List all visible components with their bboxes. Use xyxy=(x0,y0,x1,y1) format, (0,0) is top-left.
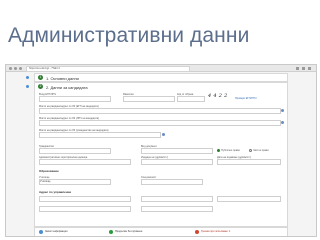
section-title: 1. Основни данни xyxy=(46,75,79,81)
birthplace-input[interactable] xyxy=(39,108,281,114)
bookmark-icon[interactable] xyxy=(296,66,299,70)
school-select[interactable]: Училище xyxy=(39,179,111,185)
address-title: Адрес по управление xyxy=(39,190,72,194)
section-title: 2. Данни за кандидата xyxy=(46,84,88,90)
education-title: Образование xyxy=(39,169,59,173)
citizenship-select[interactable] xyxy=(39,148,111,154)
error-status: Грешка при попълване: 1 xyxy=(201,230,231,233)
info-icon[interactable] xyxy=(162,133,165,136)
address-street-input[interactable] xyxy=(217,196,281,202)
section-basic-data[interactable]: 1 1. Основни данни xyxy=(26,73,288,82)
close-icon[interactable] xyxy=(308,66,311,70)
section-marker-icon xyxy=(26,76,29,79)
browser-screenshot: https://oo.edu.bg/...?Tab=1 1 1. Основни… xyxy=(5,64,317,237)
address-extra2-input[interactable] xyxy=(141,206,213,212)
browser-toolbar: https://oo.edu.bg/...?Tab=1 xyxy=(6,65,316,72)
issued-input[interactable] xyxy=(141,159,213,165)
section-candidate-data: 2 2. Данни за кандидата Вход ЕГН/ЛНЧ Фам… xyxy=(26,82,288,227)
continue-icon xyxy=(109,230,113,234)
address-extra-input[interactable] xyxy=(39,206,131,212)
private-radio-label: Частно право xyxy=(253,149,269,152)
menu-icon[interactable] xyxy=(302,66,305,70)
save-icon xyxy=(39,230,43,234)
slide-title: Административни данни xyxy=(8,24,250,47)
public-radio[interactable] xyxy=(217,149,220,152)
egn-input[interactable] xyxy=(39,96,111,102)
captcha-image: 4 4 2 2 xyxy=(208,93,228,99)
step-badge: 2 xyxy=(38,84,43,89)
continue-button[interactable]: Продължи без промени xyxy=(115,230,142,233)
address-city-input[interactable] xyxy=(141,196,213,202)
error-icon xyxy=(195,230,199,234)
save-button[interactable]: Запис информация xyxy=(45,230,68,233)
private-radio[interactable] xyxy=(249,149,252,152)
admin-unit-input[interactable] xyxy=(39,159,131,165)
forward-icon[interactable] xyxy=(14,66,17,70)
issue-date-input[interactable] xyxy=(217,159,281,165)
specialty-select[interactable] xyxy=(141,179,203,185)
step-badge: 1 xyxy=(38,75,43,80)
action-bar: Запис информация Продължи без промени Гр… xyxy=(34,227,288,236)
back-icon[interactable] xyxy=(9,66,12,70)
doc-type-select[interactable] xyxy=(141,148,213,154)
section-marker-icon xyxy=(26,85,29,88)
info-icon[interactable] xyxy=(281,109,284,112)
address-lnc-input[interactable] xyxy=(39,120,281,126)
check-egn-link[interactable]: Провери ЕГН/ЛНЧ xyxy=(235,97,256,100)
public-radio-label: Публично право xyxy=(221,149,240,152)
refresh-icon[interactable] xyxy=(19,66,22,70)
code-input[interactable] xyxy=(177,96,205,102)
address-citizen-input[interactable] xyxy=(39,132,161,138)
info-icon[interactable] xyxy=(281,121,284,124)
address-bar[interactable]: https://oo.edu.bg/...?Tab=1 xyxy=(26,66,190,72)
surname-input[interactable] xyxy=(123,96,175,102)
address-input[interactable] xyxy=(39,196,131,202)
